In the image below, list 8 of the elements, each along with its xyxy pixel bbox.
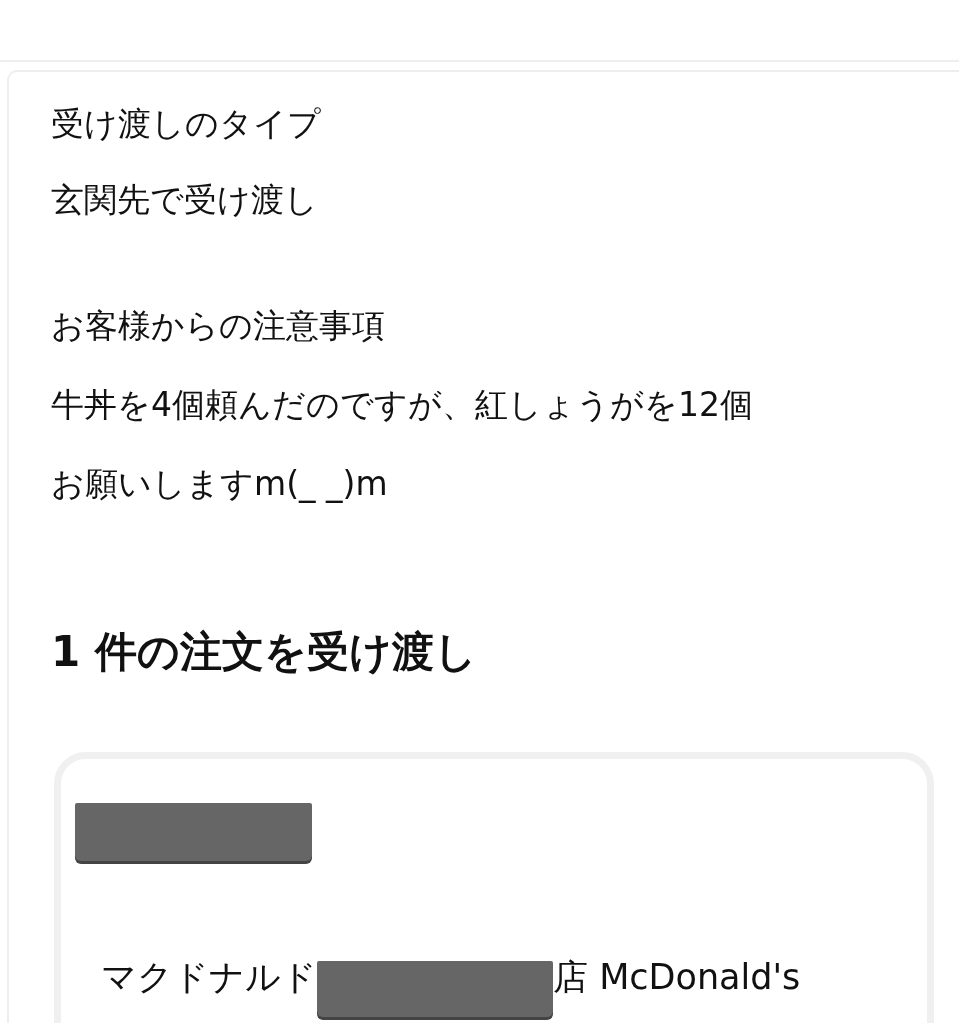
delivery-type-value: 玄関先で受け渡し xyxy=(51,179,319,221)
customer-note-text: 牛丼を4個頼んだのですが、紅しょうがを12個 xyxy=(51,384,754,426)
orders-heading: 1 件の注文を受け渡し xyxy=(51,626,478,678)
section-label: 受け渡しのタイプ xyxy=(51,103,322,145)
customer-note-text: お願いしますm(_ _)m xyxy=(51,463,389,505)
store-name-text: 店 McDonald's xyxy=(553,955,801,999)
store-name-text: マクドナルド xyxy=(101,955,317,999)
section-label: お客様からの注意事項 xyxy=(51,305,386,347)
